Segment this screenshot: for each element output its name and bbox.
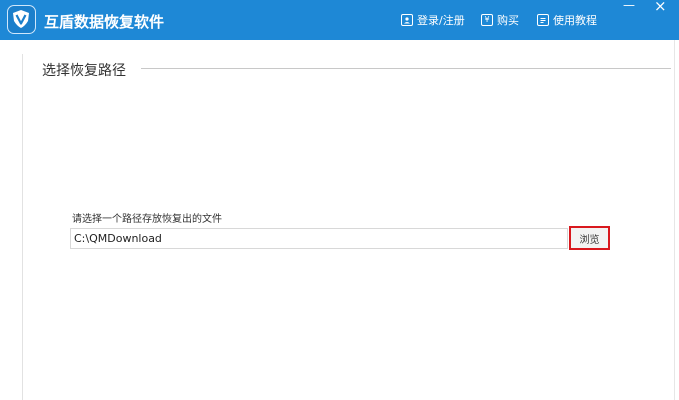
buy-label: 购买 xyxy=(497,14,519,27)
panel-right-border xyxy=(674,40,675,400)
title-bar: 互盾数据恢复软件 登录/注册 ¥ 购买 使用教程 — × xyxy=(0,0,679,40)
panel-left-border xyxy=(22,54,23,400)
app-logo xyxy=(7,5,36,34)
document-icon xyxy=(537,14,549,26)
tutorial-link[interactable]: 使用教程 xyxy=(537,12,597,28)
path-label: 请选择一个路径存放恢复出的文件 xyxy=(72,214,222,225)
yen-icon: ¥ xyxy=(481,14,493,26)
minimize-button[interactable]: — xyxy=(623,0,635,14)
login-register-link[interactable]: 登录/注册 xyxy=(401,12,465,28)
close-button[interactable]: × xyxy=(654,0,667,15)
login-register-label: 登录/注册 xyxy=(417,14,465,27)
user-card-icon xyxy=(401,14,413,26)
section-title: 选择恢复路径 xyxy=(42,63,126,79)
tutorial-label: 使用教程 xyxy=(553,14,597,27)
buy-link[interactable]: ¥ 购买 xyxy=(481,12,519,28)
section-divider xyxy=(141,68,671,69)
path-input[interactable] xyxy=(70,228,568,249)
shield-v-icon xyxy=(13,10,29,28)
app-title: 互盾数据恢复软件 xyxy=(44,13,165,31)
browse-button[interactable]: 浏览 xyxy=(569,226,610,250)
